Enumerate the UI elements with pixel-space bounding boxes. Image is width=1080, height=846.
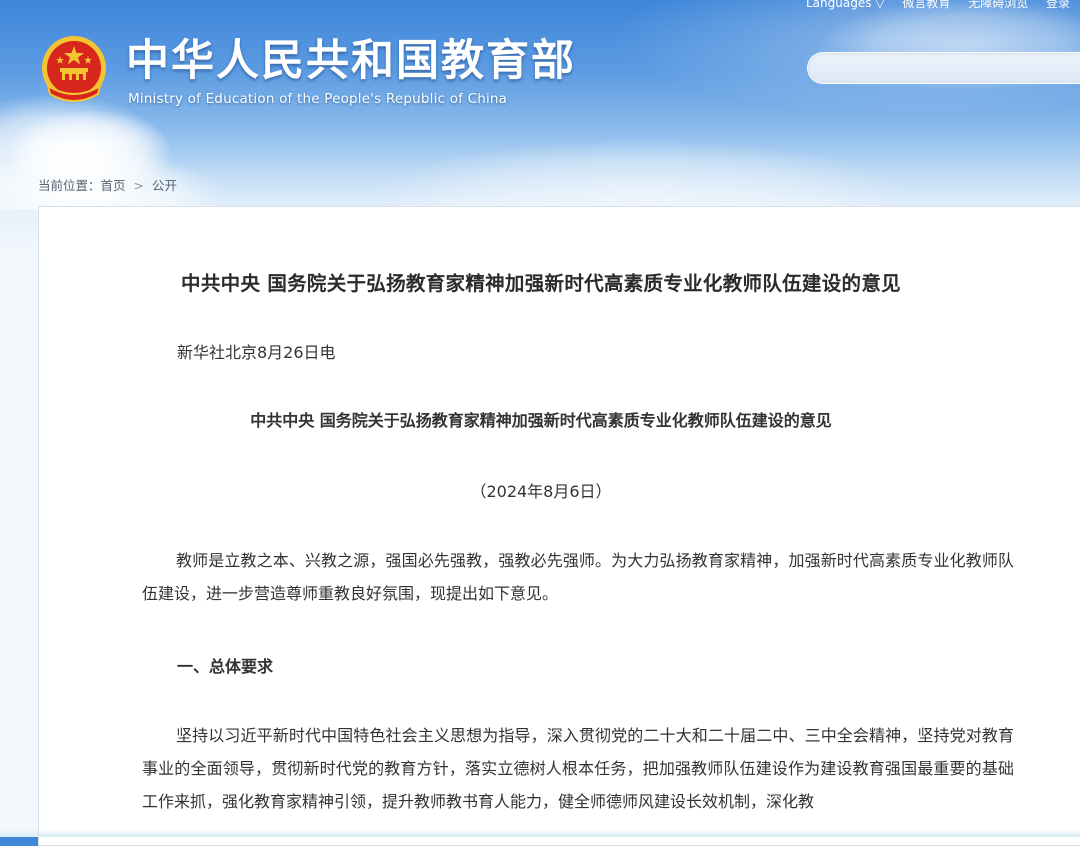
breadcrumb-label: 当前位置：	[38, 178, 101, 193]
breadcrumb: 当前位置：首页 > 公开	[38, 175, 177, 194]
article-paragraph: 坚持以习近平新时代中国特色社会主义思想为指导，深入贯彻党的二十大和二十届二中、三…	[142, 726, 1014, 811]
article-subtitle: 中共中央 国务院关于弘扬教育家精神加强新时代高素质专业化教师队伍建设的意见	[250, 411, 832, 430]
site-name-english[interactable]: Ministry of Education of the People's Re…	[128, 91, 507, 107]
login-link[interactable]: 登录	[1046, 0, 1070, 11]
search-input[interactable]	[807, 52, 1080, 84]
breadcrumb-current-link[interactable]: 公开	[152, 178, 177, 193]
languages-link[interactable]: Languages ▽	[806, 0, 885, 10]
breadcrumb-home-link[interactable]: 首页	[101, 178, 126, 193]
site-header: 中华人民共和国教育部 Ministry of Education of the …	[0, 0, 1080, 210]
accessibility-link[interactable]: 无障碍浏览	[968, 0, 1028, 11]
cloud-decoration	[380, 140, 900, 210]
breadcrumb-separator: >	[133, 178, 145, 193]
article-title: 中共中央 国务院关于弘扬教育家精神加强新时代高素质专业化教师队伍建设的意见	[181, 272, 901, 295]
weiyan-link[interactable]: 微言教育	[902, 0, 950, 11]
article-source: 新华社北京8月26日电	[177, 343, 336, 362]
article-paragraph: 教师是立教之本、兴教之源，强国必先强教，强教必先强师。为大力弘扬教育家精神，加强…	[142, 551, 1014, 603]
article-date: （2024年8月6日）	[470, 482, 612, 501]
bottom-fade	[0, 829, 1080, 837]
article-panel: 中共中央 国务院关于弘扬教育家精神加强新时代高素质专业化教师队伍建设的意见 新华…	[38, 206, 1080, 846]
top-links: Languages ▽ 微言教育 无障碍浏览 登录	[806, 0, 1080, 14]
section-heading: 一、总体要求	[177, 657, 274, 676]
national-emblem-icon[interactable]	[38, 34, 110, 108]
site-name[interactable]: 中华人民共和国教育部	[126, 36, 576, 86]
